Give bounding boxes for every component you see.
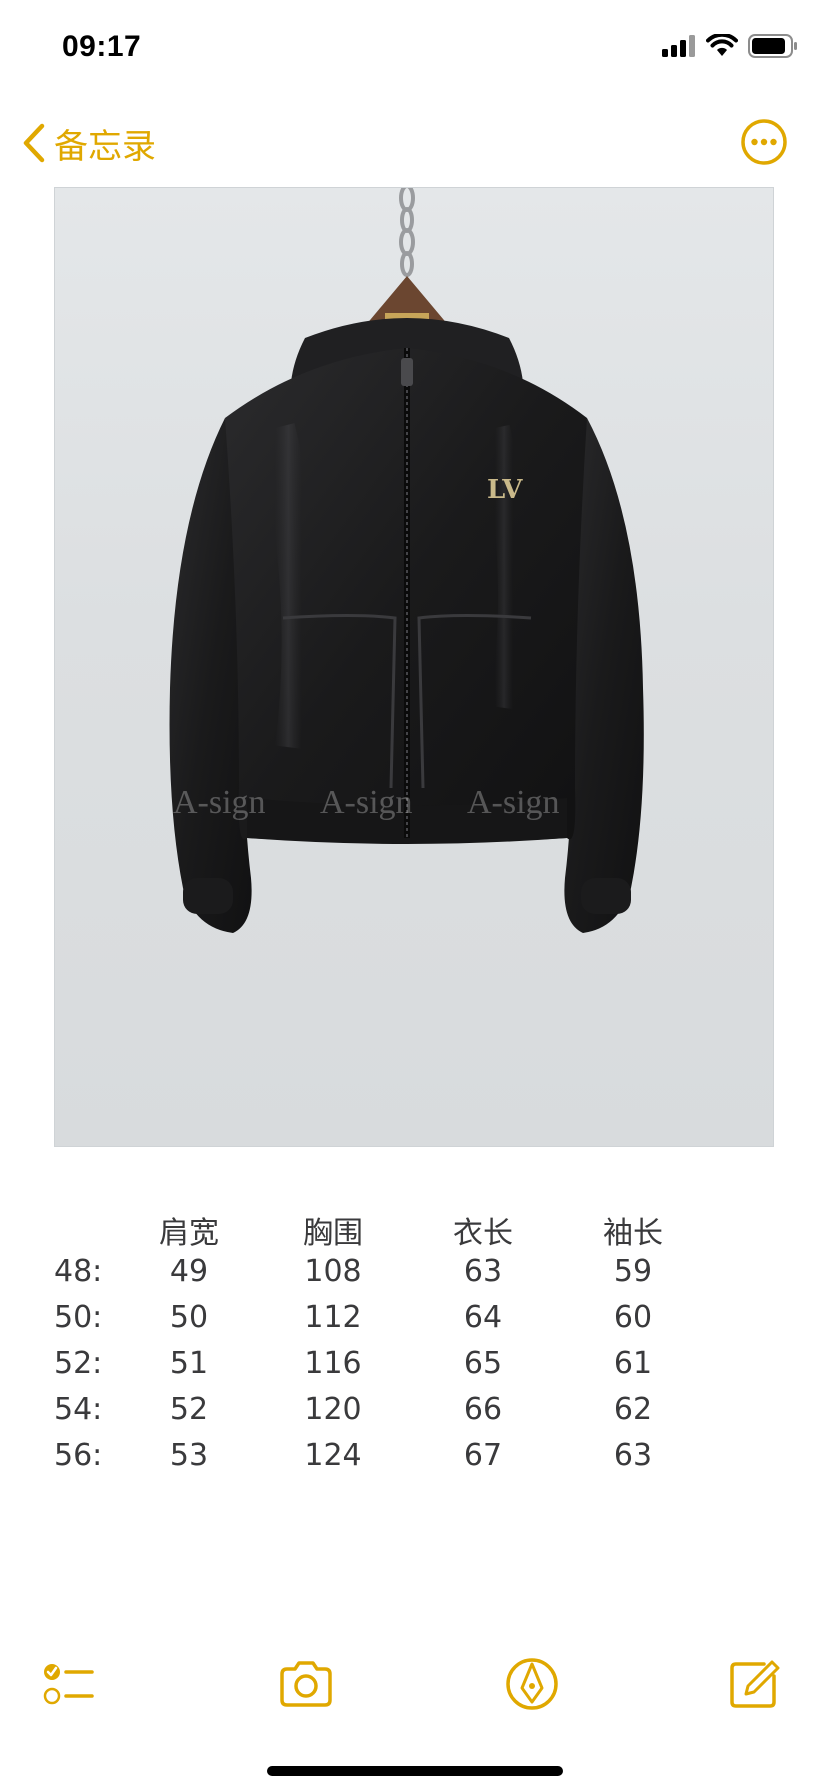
status-icons [662, 34, 798, 58]
size-row: 54: 52 120 66 62 [54, 1392, 694, 1438]
shoulder-value: 50 [169, 1300, 209, 1335]
status-time: 09:17 [62, 30, 142, 63]
header-chest: 胸围 [303, 1216, 363, 1251]
shoulder-value: 53 [169, 1438, 209, 1473]
size-label: 54: [54, 1392, 103, 1427]
back-button[interactable]: 备忘录 [22, 118, 156, 168]
size-chart-header-row: 肩宽 胸围 衣长 袖长 [54, 1208, 694, 1254]
size-row: 48: 49 108 63 59 [54, 1254, 694, 1300]
ellipsis-circle-icon [741, 119, 787, 165]
compose-button[interactable] [724, 1654, 784, 1714]
chevron-left-icon [23, 123, 45, 163]
size-label: 56: [54, 1438, 103, 1473]
size-label: 52: [54, 1346, 103, 1381]
size-row: 50: 50 112 64 60 [54, 1300, 694, 1346]
battery-icon [748, 34, 797, 58]
bottom-toolbar [0, 1648, 828, 1718]
sleeve-value: 62 [613, 1392, 653, 1427]
chest-value: 120 [304, 1392, 362, 1427]
back-button-label: 备忘录 [54, 126, 156, 167]
sleeve-value: 61 [613, 1346, 653, 1381]
jacket-illustration: LV A-sign A-sign A-sign [169, 188, 644, 933]
size-row: 52: 51 116 65 61 [54, 1346, 694, 1392]
size-chart: 肩宽 胸围 衣长 袖长 48: 49 108 63 59 50: 50 112 … [54, 1208, 694, 1484]
shoulder-value: 51 [169, 1346, 209, 1381]
markup-button[interactable] [502, 1654, 562, 1714]
checklist-button[interactable] [40, 1654, 100, 1714]
checklist-icon [43, 1664, 94, 1705]
jacket-photo[interactable]: LV A-sign A-sign A-sign [54, 187, 774, 1147]
chest-value: 112 [304, 1300, 362, 1335]
sleeve-value: 59 [613, 1254, 653, 1289]
size-label: 48: [54, 1254, 103, 1289]
navigation-bar: 备忘录 [0, 100, 828, 190]
header-shoulder: 肩宽 [159, 1216, 219, 1251]
compose-icon [730, 1660, 780, 1708]
length-value: 64 [463, 1300, 503, 1335]
shoulder-value: 52 [169, 1392, 209, 1427]
wifi-icon [706, 34, 738, 56]
sleeve-value: 63 [613, 1438, 653, 1473]
length-value: 65 [463, 1346, 503, 1381]
status-bar: 09:17 [0, 0, 828, 100]
photo-watermark: A-sign [173, 784, 266, 821]
camera-button[interactable] [276, 1654, 336, 1714]
photo-watermark: A-sign [467, 784, 560, 821]
home-indicator[interactable] [267, 1766, 563, 1776]
chest-value: 108 [304, 1254, 362, 1289]
length-value: 66 [463, 1392, 503, 1427]
jacket-logo: LV [487, 475, 523, 505]
length-value: 63 [463, 1254, 503, 1289]
chest-value: 116 [304, 1346, 362, 1381]
pen-tip-circle-icon [506, 1658, 558, 1710]
sleeve-value: 60 [613, 1300, 653, 1335]
photo-watermark: A-sign [320, 784, 413, 821]
cellular-signal-icon [662, 35, 695, 57]
hanger-chain [399, 188, 415, 277]
size-label: 50: [54, 1300, 103, 1335]
camera-icon [280, 1661, 332, 1707]
header-length: 衣长 [453, 1216, 513, 1251]
length-value: 67 [463, 1438, 503, 1473]
size-row: 56: 53 124 67 63 [54, 1438, 694, 1484]
chest-value: 124 [304, 1438, 362, 1473]
shoulder-value: 49 [169, 1254, 209, 1289]
more-options-button[interactable] [740, 118, 788, 166]
header-sleeve: 袖长 [603, 1216, 663, 1251]
